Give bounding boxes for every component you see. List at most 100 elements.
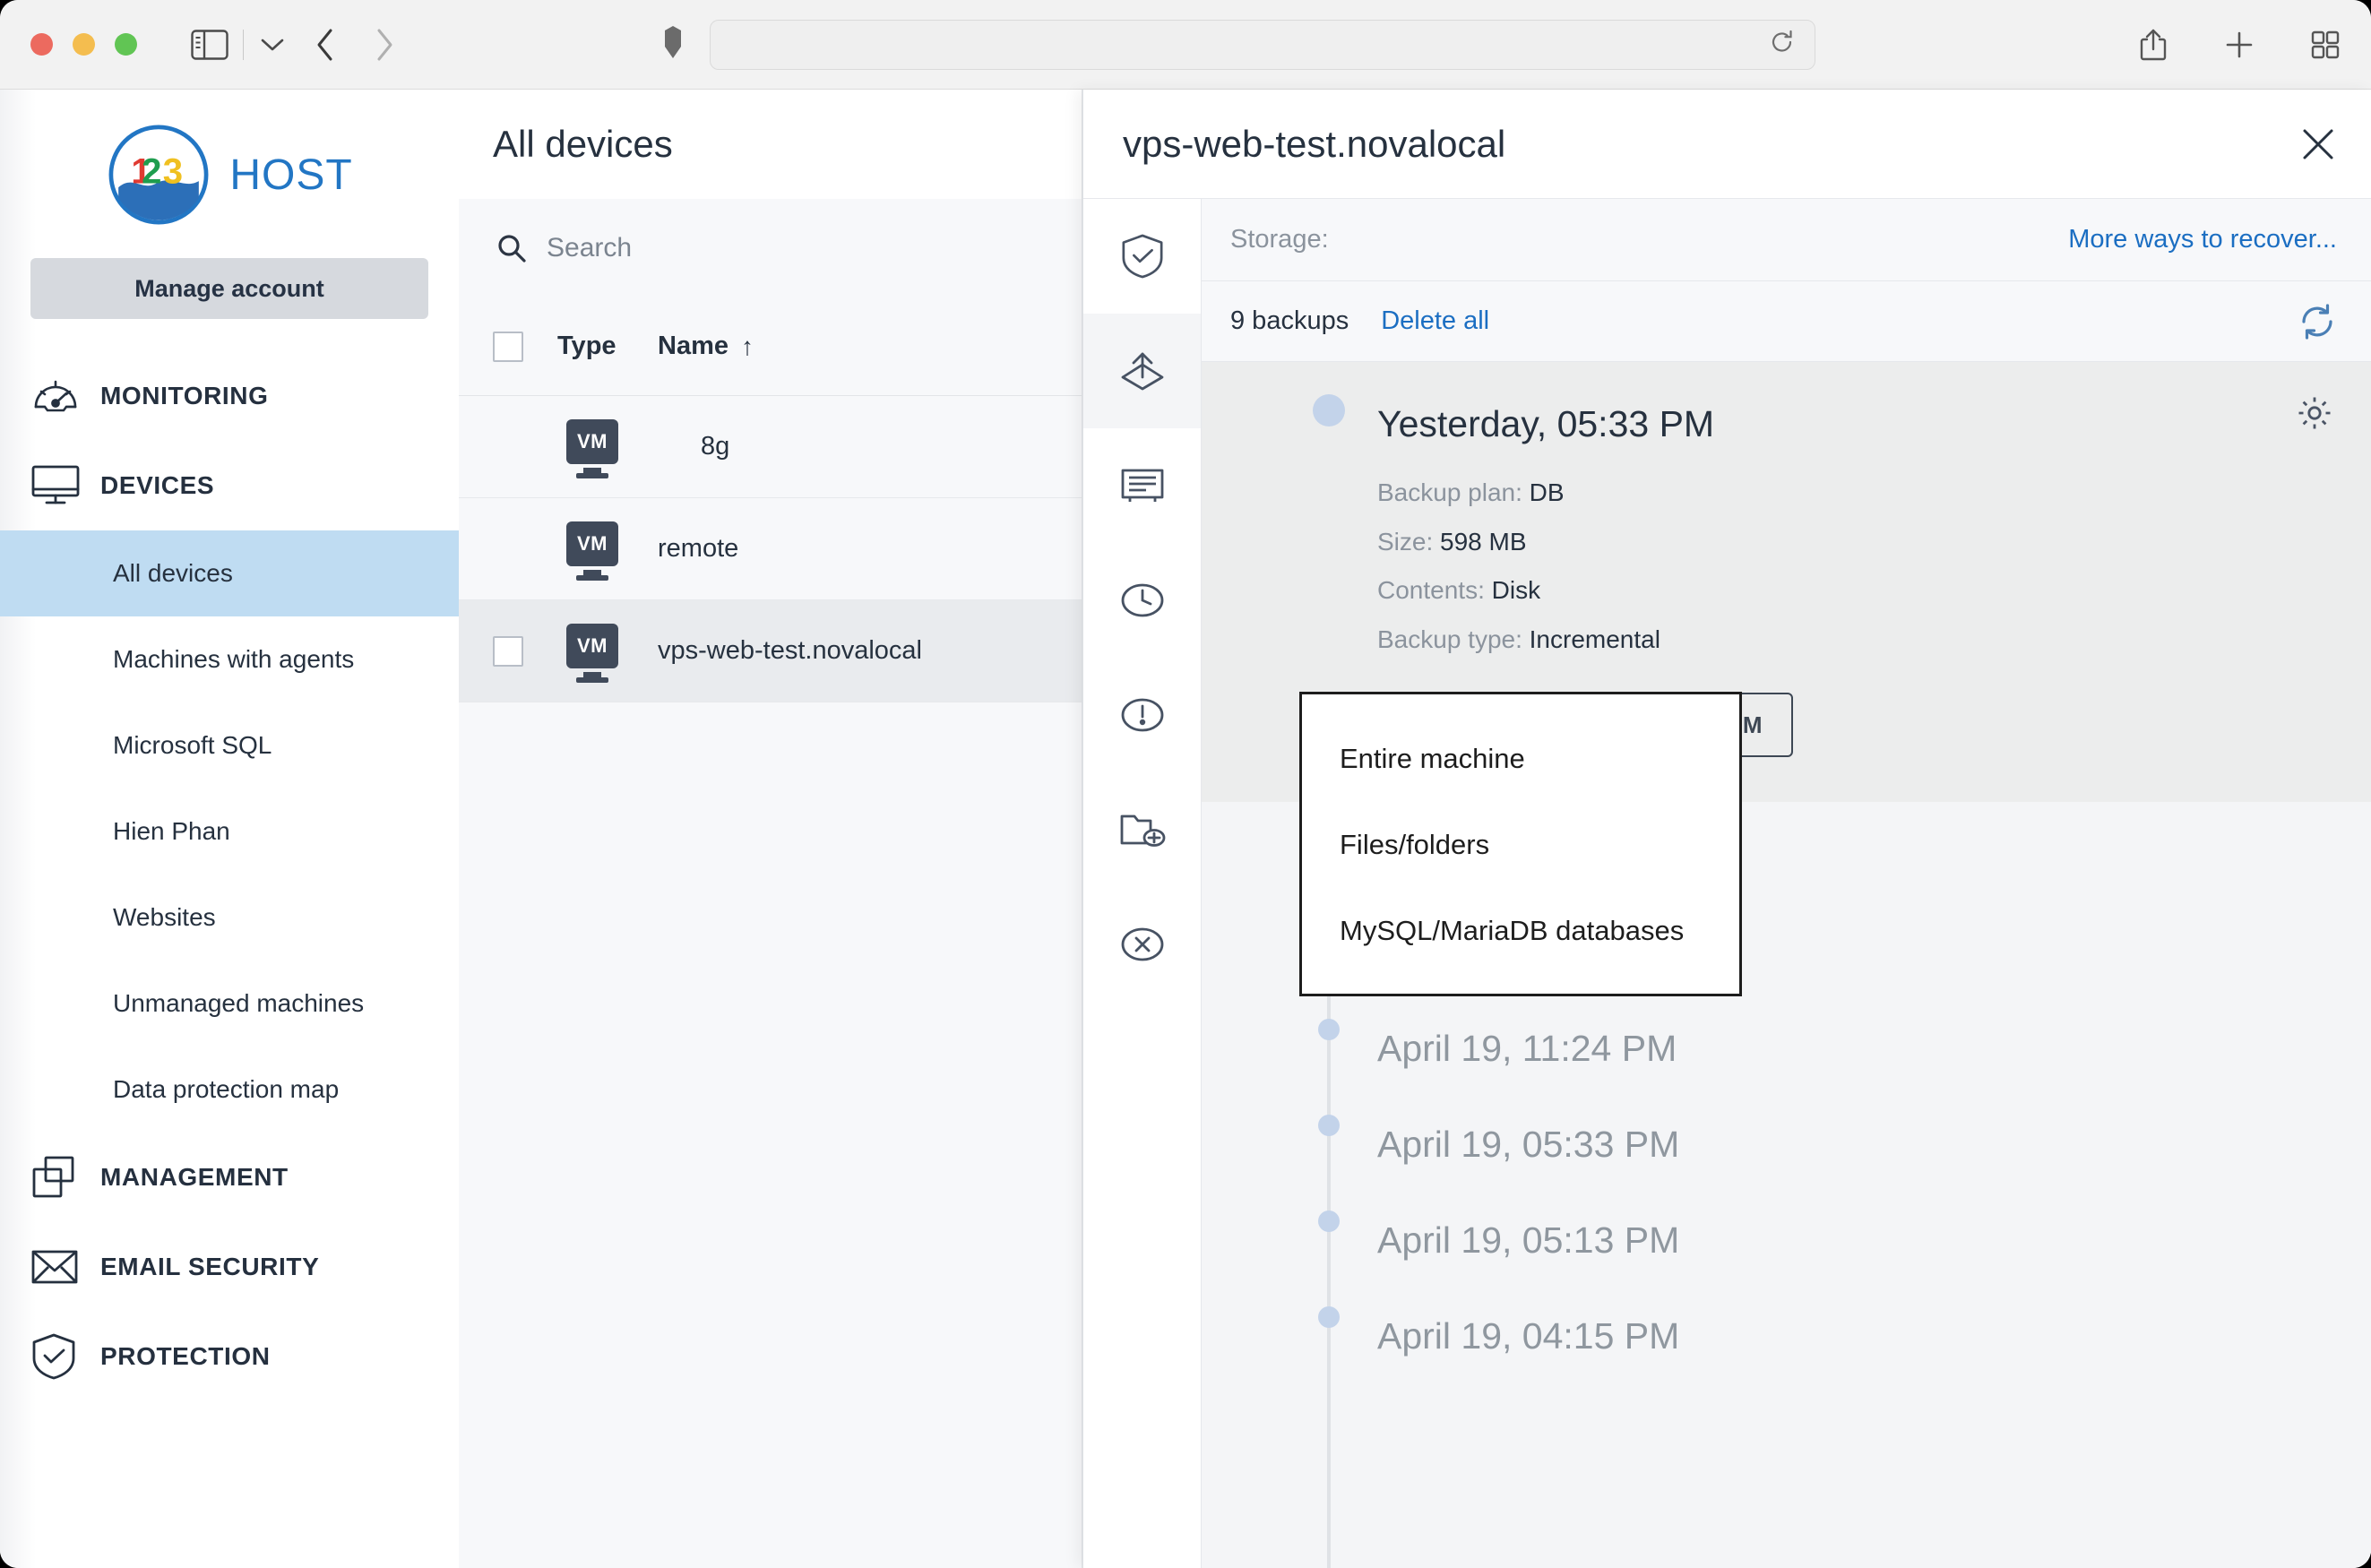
search-icon [496,233,527,263]
backup-date: April 19, 04:15 PM [1377,1296,2371,1377]
window-controls [30,33,137,56]
vm-badge-label: VM [566,419,618,464]
table-row[interactable]: VM remote [459,498,1082,600]
tab-overview-icon[interactable] [2310,30,2341,60]
detail-icon-rail [1083,199,1202,1568]
brand-logo[interactable]: 1 2 3 HOST [0,90,459,253]
plus-icon[interactable] [2224,30,2255,60]
sidebar-sub-label: Hien Phan [113,817,230,846]
layers-icon [30,1154,84,1201]
maximize-window-button[interactable] [115,33,137,56]
sidebar-item-devices[interactable]: DEVICES [0,441,459,530]
manage-account-button[interactable]: Manage account [30,258,428,319]
search-row [459,199,1082,297]
column-header-type[interactable]: Type [557,332,658,361]
sidebar-item-websites[interactable]: Websites [0,874,459,961]
backup-entry[interactable]: April 19, 05:33 PM [1202,1090,2371,1185]
meta-contents: Contents: Disk [1377,566,2371,616]
delete-all-link[interactable]: Delete all [1381,306,1489,336]
meta-value: 598 MB [1440,528,1527,556]
reload-icon[interactable] [1770,29,1795,60]
close-window-button[interactable] [30,33,53,56]
sidebar-item-management[interactable]: MANAGEMENT [0,1133,459,1222]
backup-entry[interactable]: April 19, 04:15 PM [1202,1281,2371,1377]
url-input[interactable] [732,32,1793,57]
sidebar-nav: MONITORING DEVICES All de [0,351,459,1401]
logo-mark-icon: 1 2 3 [106,122,211,228]
sidebar-item-all-devices[interactable]: All devices [0,530,459,616]
sidebar-sub-label: Data protection map [113,1075,339,1104]
device-type-cell: VM [557,624,658,679]
storage-label: Storage: [1230,225,2068,254]
storage-row: Storage: More ways to recover... [1202,199,2371,281]
back-arrow-icon[interactable] [315,28,335,62]
backup-date: April 19, 05:13 PM [1377,1200,2371,1281]
share-icon[interactable] [2138,28,2168,62]
search-input[interactable] [547,233,986,263]
more-ways-to-recover-link[interactable]: More ways to recover... [2068,225,2337,254]
sidebar-item-protection[interactable]: PROTECTION [0,1312,459,1401]
backup-entry[interactable]: April 19, 05:13 PM [1202,1185,2371,1281]
forward-arrow-icon[interactable] [375,28,394,62]
browser-toolbar [0,0,2371,90]
svg-text:3: 3 [163,151,183,191]
toolbar-right-actions [2138,28,2341,62]
device-type-cell: VM [557,521,658,577]
rail-add-backup-plan-icon[interactable] [1083,772,1201,887]
sidebar-item-monitoring[interactable]: MONITORING [0,351,459,441]
menu-item-mysql-mariadb-databases[interactable]: MySQL/MariaDB databases [1302,888,1739,974]
sidebar-sub-label: Websites [113,903,216,932]
vm-icon: VM [566,624,618,679]
sidebar-label: DEVICES [100,471,214,500]
minimize-window-button[interactable] [73,33,95,56]
close-icon[interactable] [2299,125,2337,163]
logo-text: HOST [229,151,352,200]
meta-backup-plan: Backup plan: DB [1377,469,2371,518]
sidebar-label: MANAGEMENT [100,1163,289,1192]
table-header: Type Name ↑ [459,297,1082,396]
sidebar-item-hien-phan[interactable]: Hien Phan [0,788,459,874]
detail-header: vps-web-test.novalocal [1083,90,2371,199]
device-name-cell: 8g [658,432,1082,461]
sidebar-item-machines-with-agents[interactable]: Machines with agents [0,616,459,702]
rail-clock-history-icon[interactable] [1083,543,1201,658]
sidebar-item-microsoft-sql[interactable]: Microsoft SQL [0,702,459,788]
meta-label: Backup type: [1377,625,1522,653]
rail-activities-icon[interactable] [1083,428,1201,543]
rail-revoke-icon[interactable] [1083,887,1201,1002]
refresh-icon[interactable] [2298,302,2337,341]
table-row[interactable]: VM 8g [459,396,1082,498]
meta-value: Disk [1492,576,1540,604]
devices-body: Type Name ↑ VM 8g [459,199,1082,1568]
address-bar[interactable] [710,20,1815,70]
toolbar-divider [243,30,244,60]
menu-item-entire-machine[interactable]: Entire machine [1302,716,1739,802]
gear-icon[interactable] [2296,394,2333,432]
sidebar-item-data-protection-map[interactable]: Data protection map [0,1047,459,1133]
sort-ascending-icon: ↑ [741,332,754,361]
vm-badge-label: VM [566,624,618,668]
sidebar-item-email-security[interactable]: EMAIL SECURITY [0,1222,459,1312]
device-name-cell: remote [658,534,1082,564]
rail-alerts-icon[interactable] [1083,658,1201,772]
chevron-down-icon[interactable] [260,37,285,53]
detail-title: vps-web-test.novalocal [1123,123,2299,166]
meta-value: Incremental [1530,625,1660,653]
backup-entry[interactable]: April 19, 11:24 PM [1202,994,2371,1090]
sidebar-sub-label: Machines with agents [113,645,354,674]
sidebar-sub-label: Unmanaged machines [113,989,364,1018]
select-all-checkbox[interactable] [459,332,557,362]
rail-recovery-icon[interactable] [1083,314,1201,428]
sidebar-sub-label: Microsoft SQL [113,731,272,760]
rail-protection-icon[interactable] [1083,199,1201,314]
table-row[interactable]: VM vps-web-test.novalocal [459,600,1082,702]
sidebar-label: MONITORING [100,382,268,410]
menu-item-files-folders[interactable]: Files/folders [1302,802,1739,888]
timeline-dot [1313,394,1345,426]
privacy-shield-icon[interactable] [663,25,683,64]
sidebar-toggle-icon[interactable] [191,30,228,60]
column-header-name[interactable]: Name ↑ [658,332,1082,361]
sidebar-item-unmanaged-machines[interactable]: Unmanaged machines [0,961,459,1047]
row-checkbox[interactable] [459,636,557,667]
meta-size: Size: 598 MB [1377,518,2371,567]
